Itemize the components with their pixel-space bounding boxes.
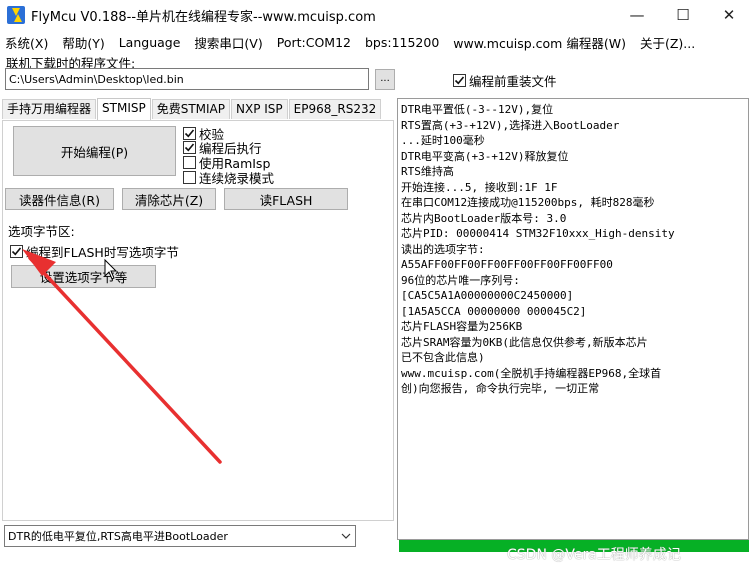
checkbox-checked-icon: [453, 74, 466, 87]
log-line: DTR电平置低(-3--12V),复位: [401, 103, 554, 116]
write-option-bytes-label: 编程到FLASH时写选项字节: [26, 245, 179, 260]
log-line: 开始连接...5, 接收到:1F 1F: [401, 180, 558, 194]
maximize-icon: ☐: [676, 6, 690, 24]
log-line: 读出的选项字节:: [401, 242, 485, 256]
log-line: 芯片SRAM容量为0KB(此信息仅供参考,新版本芯片: [401, 335, 648, 349]
log-line: 已不包含此信息): [401, 351, 485, 364]
tab-free-stmiap[interactable]: 免费STMIAP: [151, 99, 231, 119]
reset-mode-select[interactable]: DTR的低电平复位,RTS高电平进BootLoader: [4, 525, 356, 547]
menu-help[interactable]: 帮助(Y): [62, 33, 104, 52]
minimize-button[interactable]: —: [614, 0, 660, 30]
tab-nxp-isp[interactable]: NXP ISP: [231, 99, 288, 119]
log-output[interactable]: DTR电平置低(-3--12V),复位 RTS置高(+3-+12V),选择进入B…: [397, 98, 749, 540]
menu-bps[interactable]: bps:115200: [365, 35, 439, 50]
log-line: www.mcuisp.com(全脱机手持编程器EP968,全球首: [401, 366, 662, 380]
maximize-button[interactable]: ☐: [660, 0, 706, 30]
log-line: 芯片FLASH容量为256KB: [401, 320, 523, 333]
log-line: 创)向您报告, 命令执行完毕, 一切正常: [401, 382, 600, 395]
clear-chip-button[interactable]: 清除芯片(Z): [122, 188, 216, 210]
tab-handheld-programmer[interactable]: 手持万用编程器: [2, 99, 97, 119]
log-line: ...延时100毫秒: [401, 134, 485, 147]
watermark: CSDN @Vera工程师养成记: [507, 547, 681, 563]
menu-search-port[interactable]: 搜索串口(V): [194, 33, 262, 52]
menu-programmer[interactable]: www.mcuisp.com 编程器(W): [453, 33, 626, 52]
set-option-bytes-button[interactable]: 设置选项字节等: [11, 265, 156, 288]
continuous-burn-label: 连续烧录模式: [199, 171, 275, 186]
log-line: DTR电平变高(+3-+12V)释放复位: [401, 149, 569, 163]
close-icon: ✕: [722, 6, 736, 24]
reload-before-program-checkbox[interactable]: 编程前重装文件: [453, 71, 557, 90]
chevron-down-icon: [337, 526, 355, 546]
menu-language[interactable]: Language: [119, 35, 181, 50]
log-line: [CA5C5A1A00000000C2450000]: [401, 289, 574, 302]
reset-mode-value: DTR的低电平复位,RTS高电平进BootLoader: [8, 530, 228, 543]
menu-about[interactable]: 关于(Z)...: [640, 33, 695, 52]
log-line: 芯片内BootLoader版本号: 3.0: [401, 211, 567, 225]
tab-ep968-rs232[interactable]: EP968_RS232: [288, 99, 382, 119]
log-line: [1A5A5CCA 00000000 000045C2]: [401, 304, 587, 318]
checkbox-checked-icon: [10, 245, 23, 258]
log-line: 芯片PID: 00000414 STM32F10xxx_High-density: [401, 227, 675, 240]
close-button[interactable]: ✕: [706, 0, 752, 30]
read-flash-button[interactable]: 读FLASH: [224, 188, 348, 210]
log-line: 96位的芯片唯一序列号:: [401, 273, 520, 287]
checkbox-unchecked-icon: [183, 171, 196, 184]
read-device-info-button[interactable]: 读器件信息(R): [5, 188, 114, 210]
program-file-path-input[interactable]: [5, 68, 369, 90]
flymcu-app-icon: [7, 6, 25, 24]
tab-strip: 手持万用编程器 STMISP 免费STMIAP NXP ISP EP968_RS…: [2, 98, 382, 120]
log-line: RTS置高(+3-+12V),选择进入BootLoader: [401, 118, 620, 132]
tab-stmisp[interactable]: STMISP: [97, 98, 151, 120]
menu-system[interactable]: 系统(X): [5, 33, 48, 52]
log-line: RTS维持高: [401, 165, 454, 178]
option-bytes-group-title: 选项字节区:: [7, 221, 76, 240]
continuous-burn-checkbox[interactable]: 连续烧录模式: [183, 168, 274, 187]
minimize-icon: —: [629, 6, 645, 24]
reload-before-program-label: 编程前重装文件: [469, 74, 557, 89]
menu-bar: 系统(X) 帮助(Y) Language 搜索串口(V) Port:COM12 …: [0, 32, 709, 52]
title-bar: FlyMcu V0.188--单片机在线编程专家--www.mcuisp.com…: [0, 0, 752, 30]
write-option-bytes-checkbox[interactable]: 编程到FLASH时写选项字节: [10, 242, 179, 261]
log-line: 在串口COM12连接成功@115200bps, 耗时828毫秒: [401, 196, 655, 209]
log-line: A55AFF00FF00FF00FF00FF00FF00FF00: [401, 258, 613, 271]
menu-port[interactable]: Port:COM12: [277, 35, 351, 50]
browse-button[interactable]: ...: [375, 69, 395, 90]
start-programming-button[interactable]: 开始编程(P): [13, 126, 176, 176]
window-title: FlyMcu V0.188--单片机在线编程专家--www.mcuisp.com: [31, 9, 376, 25]
